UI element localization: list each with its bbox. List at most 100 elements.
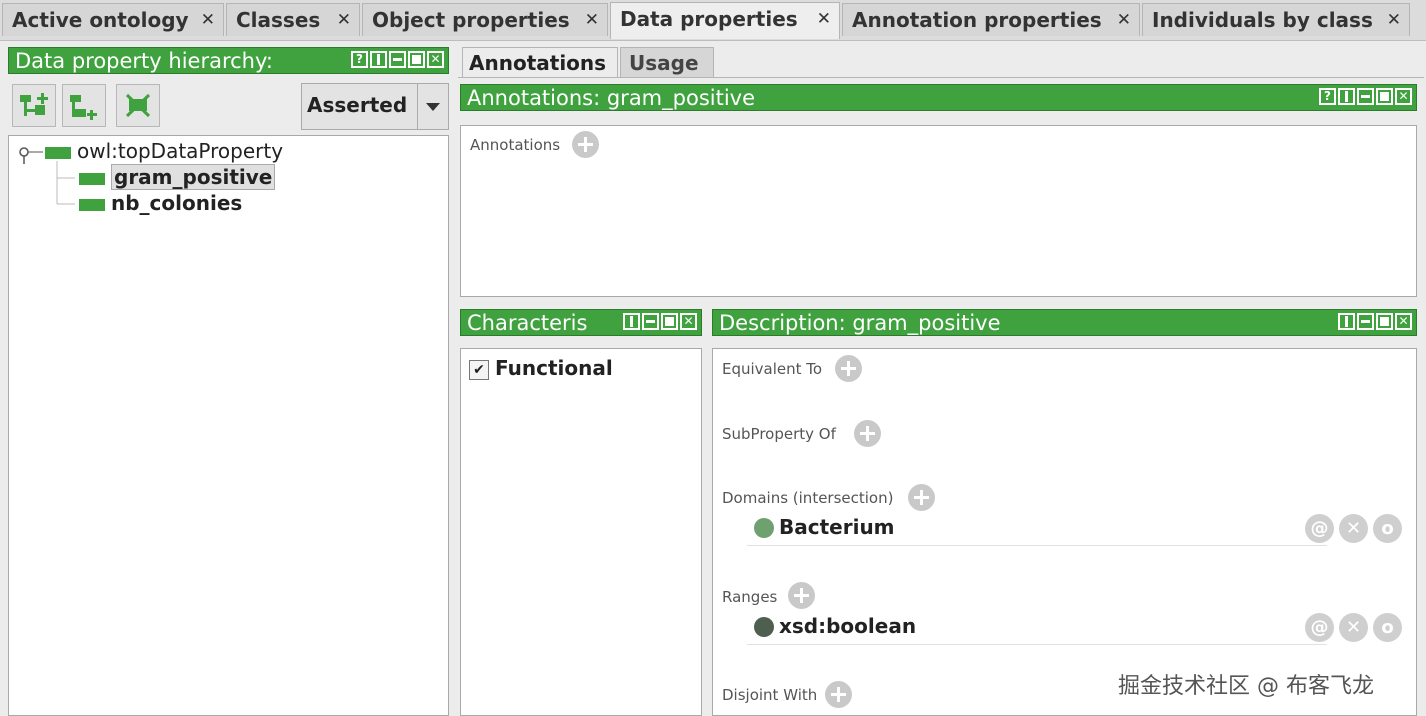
close-view-icon[interactable]: ✕: [427, 51, 444, 68]
datatype-icon: [754, 617, 774, 637]
functional-checkbox[interactable]: ✔: [469, 360, 489, 380]
tab-label: Individuals by class: [1152, 8, 1373, 32]
help-icon[interactable]: ?: [1319, 88, 1336, 105]
tab-data-properties[interactable]: Data properties ✕: [610, 2, 840, 39]
description-title: Description: gram_positive: [719, 311, 1001, 335]
tab-label: Object properties: [372, 8, 570, 32]
data-property-icon: [45, 146, 71, 159]
minimize-icon[interactable]: [1357, 313, 1374, 330]
tab-active-ontology[interactable]: Active ontology ✕: [2, 3, 224, 36]
annotate-icon[interactable]: @: [1305, 613, 1334, 642]
close-view-icon[interactable]: ✕: [1395, 313, 1412, 330]
tab-label: Usage: [629, 51, 699, 75]
close-view-icon[interactable]: ✕: [680, 313, 697, 330]
functional-label: Functional: [495, 356, 613, 380]
description-panel: Equivalent To SubProperty Of Domains (in…: [712, 348, 1417, 716]
delete-property-button[interactable]: [116, 84, 160, 127]
subproperty-of-label: SubProperty Of: [722, 425, 836, 443]
maximize-icon[interactable]: [408, 51, 425, 68]
annotations-header: Annotations: gram_positive ? ✕: [460, 84, 1417, 111]
view-controls: ✕: [621, 313, 697, 330]
tree-node-nb-colonies[interactable]: nb_colonies: [79, 191, 242, 215]
delete-icon[interactable]: ✕: [1339, 613, 1368, 642]
tab-annotation-properties[interactable]: Annotation properties ✕: [842, 3, 1140, 36]
mode-select[interactable]: Asserted: [301, 83, 449, 130]
add-sibling-property-button[interactable]: [62, 84, 106, 127]
characteristics-panel: ✔ Functional: [460, 348, 702, 716]
split-icon[interactable]: [1338, 313, 1355, 330]
close-icon[interactable]: ✕: [585, 4, 599, 36]
characteristics-header: Characteris ✕: [460, 309, 702, 336]
annotations-label: Annotations: [470, 136, 561, 154]
close-view-icon[interactable]: ✕: [1395, 88, 1412, 105]
add-subproperty-icon[interactable]: [854, 420, 881, 447]
maximize-icon[interactable]: [661, 313, 678, 330]
add-sub-property-button[interactable]: [12, 84, 56, 127]
tab-usage[interactable]: Usage: [620, 47, 714, 78]
view-controls: ? ✕: [1319, 88, 1412, 105]
tree-node-label: nb_colonies: [111, 191, 243, 215]
tab-bar: Active ontology ✕ Classes ✕ Object prope…: [0, 0, 1426, 41]
view-controls: ? ✕: [351, 51, 444, 68]
ranges-label: Ranges: [722, 588, 778, 606]
tab-object-properties[interactable]: Object properties ✕: [362, 3, 608, 36]
split-icon[interactable]: [1338, 88, 1355, 105]
add-disjoint-icon[interactable]: [825, 681, 852, 708]
tab-annotations[interactable]: Annotations: [462, 47, 618, 78]
split-icon[interactable]: [370, 51, 387, 68]
tree-node-label: gram_positive: [111, 164, 276, 190]
add-equivalent-icon[interactable]: [835, 355, 862, 382]
tab-label: Annotation properties: [852, 8, 1102, 32]
hierarchy-header: Data property hierarchy: ? ✕: [8, 47, 449, 74]
view-controls: ✕: [1338, 313, 1412, 330]
watermark: 掘金技术社区 @ 布客飞龙: [1118, 674, 1374, 699]
minimize-icon[interactable]: [1357, 88, 1374, 105]
tab-individuals-by-class[interactable]: Individuals by class ✕: [1142, 3, 1410, 36]
maximize-icon[interactable]: [1376, 88, 1393, 105]
tab-label: Active ontology: [12, 8, 189, 32]
range-item[interactable]: xsd:boolean: [779, 614, 916, 638]
add-annotation-icon[interactable]: [572, 131, 599, 158]
add-sibling-icon: [70, 95, 97, 120]
divider: [747, 644, 1327, 645]
add-sub-icon: [20, 93, 48, 116]
annotations-panel: Annotations: [460, 125, 1417, 297]
tab-classes[interactable]: Classes ✕: [226, 3, 360, 36]
tree-node-gram-positive[interactable]: gram_positive: [79, 164, 276, 190]
mode-select-value: Asserted: [307, 93, 408, 117]
close-icon[interactable]: ✕: [1117, 4, 1131, 36]
data-property-icon: [79, 172, 105, 185]
tree-node-root[interactable]: owl:topDataProperty: [45, 139, 283, 163]
characteristics-title: Characteris: [467, 311, 588, 335]
tab-label: Annotations: [469, 51, 607, 75]
dropdown-button[interactable]: [417, 84, 448, 129]
tree-node-label: owl:topDataProperty: [77, 139, 284, 163]
annotate-icon[interactable]: @: [1305, 514, 1334, 543]
delete-icon: [125, 93, 151, 118]
domains-label: Domains (intersection): [722, 489, 894, 507]
annotations-title: Annotations: gram_positive: [467, 86, 756, 110]
edit-icon[interactable]: o: [1373, 613, 1402, 642]
edit-icon[interactable]: o: [1373, 514, 1402, 543]
close-icon[interactable]: ✕: [337, 4, 351, 36]
help-icon[interactable]: ?: [351, 51, 368, 68]
hierarchy-tree: owl:topDataProperty gram_positive nb_col…: [8, 135, 449, 716]
minimize-icon[interactable]: [389, 51, 406, 68]
minimize-icon[interactable]: [642, 313, 659, 330]
close-icon[interactable]: ✕: [1387, 4, 1401, 36]
domain-item[interactable]: Bacterium: [779, 515, 895, 539]
disjoint-with-label: Disjoint With: [722, 686, 818, 704]
close-icon[interactable]: ✕: [817, 3, 831, 35]
maximize-icon[interactable]: [1376, 313, 1393, 330]
description-header: Description: gram_positive ✕: [712, 309, 1417, 336]
class-icon: [754, 518, 774, 538]
divider: [458, 77, 1424, 78]
equivalent-to-label: Equivalent To: [722, 360, 823, 378]
tab-label: Classes: [236, 8, 321, 32]
divider: [747, 545, 1327, 546]
add-domain-icon[interactable]: [908, 484, 935, 511]
close-icon[interactable]: ✕: [201, 4, 215, 36]
add-range-icon[interactable]: [788, 582, 815, 609]
split-icon[interactable]: [623, 313, 640, 330]
delete-icon[interactable]: ✕: [1339, 514, 1368, 543]
